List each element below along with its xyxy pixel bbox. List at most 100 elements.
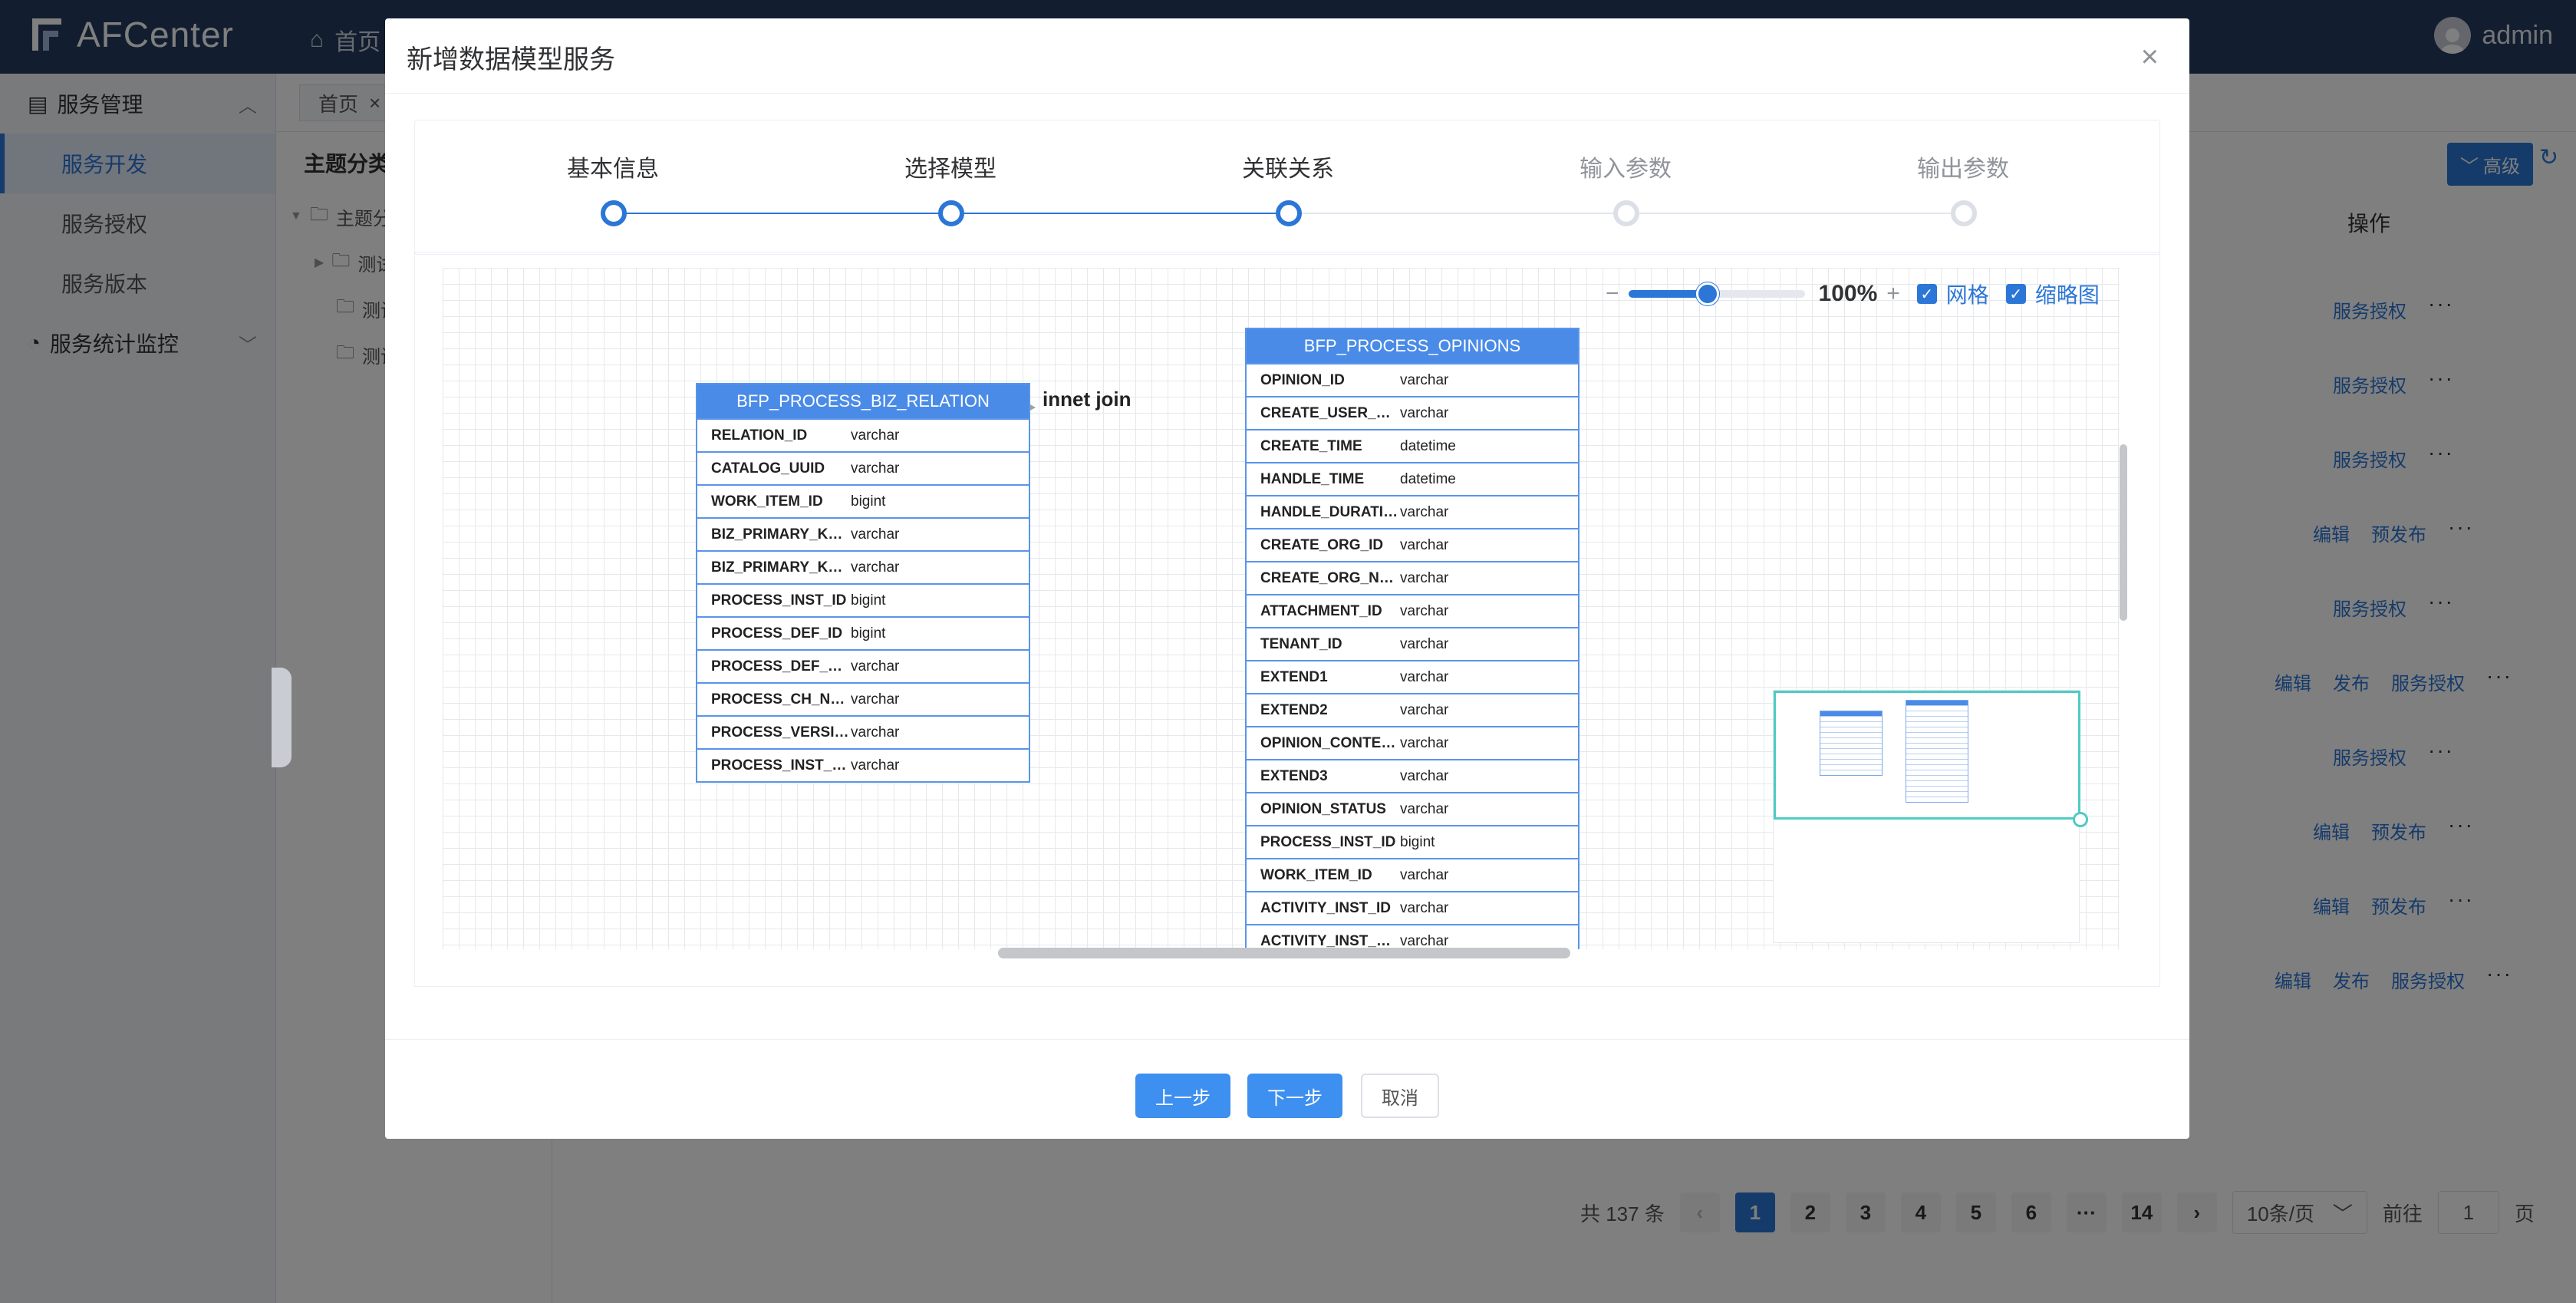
er-table-biz-relation[interactable]: BFP_PROCESS_BIZ_RELATION RELATION_ID varch…	[696, 383, 1030, 783]
join-type-label[interactable]: innet join	[1043, 388, 1132, 411]
field-type: varchar	[851, 526, 900, 543]
er-table-name: BFP_PROCESS_OPINIONS	[1247, 329, 1578, 363]
minimap-resize-handle[interactable]	[2073, 812, 2088, 827]
zoom-in-button[interactable]: +	[1886, 281, 1900, 307]
er-field-row[interactable]: TENANT_ID varchar	[1247, 627, 1578, 660]
field-type: varchar	[851, 658, 900, 675]
er-field-row[interactable]: WORK_ITEM_ID bigint	[697, 484, 1029, 517]
er-field-row[interactable]: EXTEND1 varchar	[1247, 660, 1578, 693]
field-name: EXTEND2	[1260, 701, 1328, 718]
zoom-slider[interactable]	[1628, 282, 1805, 305]
er-field-row[interactable]: PROCESS_INST_ID bigint	[697, 583, 1029, 616]
field-name: BIZ_PRIMARY_KEY...	[711, 559, 849, 576]
step-label: 基本信息	[567, 157, 659, 182]
zoom-slider-handle[interactable]	[1696, 282, 1720, 305]
er-field-row[interactable]: PROCESS_INST_N... varchar	[697, 748, 1029, 781]
er-field-row[interactable]: PROCESS_CH_NAME varchar	[697, 682, 1029, 715]
vertical-scrollbar[interactable]	[2120, 444, 2127, 621]
field-name: WORK_ITEM_ID	[1260, 866, 1372, 883]
field-name: BIZ_PRIMARY_KEY...	[711, 526, 849, 543]
er-field-row[interactable]: PROCESS_VERSION varchar	[697, 715, 1029, 748]
step-label: 关联关系	[1242, 157, 1334, 182]
field-name: ACTIVITY_INST_ID	[1260, 899, 1391, 916]
er-field-row[interactable]: BIZ_PRIMARY_KEY... varchar	[697, 550, 1029, 583]
horizontal-scrollbar[interactable]	[998, 948, 1570, 958]
field-type: varchar	[851, 724, 900, 741]
grid-checkbox-label[interactable]: 网格	[1946, 279, 1989, 309]
minimap-checkbox[interactable]: ✓	[2005, 284, 2026, 304]
field-name: PROCESS_CH_NAME	[711, 691, 849, 708]
field-type: varchar	[1400, 800, 1449, 817]
field-type: bigint	[851, 493, 886, 510]
er-field-row[interactable]: EXTEND3 varchar	[1247, 759, 1578, 792]
er-field-row[interactable]: CREATE_ORG_NAME varchar	[1247, 561, 1578, 594]
dialog-title: 新增数据模型服务	[407, 45, 615, 74]
sidebar-collapse-handle[interactable]	[272, 668, 292, 767]
er-field-row[interactable]: CATALOG_UUID varchar	[697, 451, 1029, 484]
er-field-row[interactable]: CREATE_TIME datetime	[1247, 429, 1578, 462]
field-type: datetime	[1400, 470, 1456, 487]
er-field-row[interactable]: BIZ_PRIMARY_KEY... varchar	[697, 517, 1029, 550]
minimap-viewport[interactable]	[1774, 691, 2080, 820]
er-field-row[interactable]: PROCESS_DEF_NA... varchar	[697, 649, 1029, 682]
er-field-row[interactable]: WORK_ITEM_ID varchar	[1247, 858, 1578, 891]
next-step-button[interactable]: 下一步	[1247, 1074, 1342, 1118]
field-name: OPINION_CONTENT	[1260, 734, 1398, 751]
field-type: varchar	[1400, 503, 1449, 520]
field-type: bigint	[1400, 833, 1435, 850]
field-name: ACTIVITY_INST_NA...	[1260, 932, 1398, 949]
steps-bar: 基本信息 选择模型 关联关系 输入参数 输出参数	[414, 120, 2160, 255]
field-type: varchar	[1400, 767, 1449, 784]
field-type: varchar	[1400, 866, 1449, 883]
er-field-row[interactable]: HANDLE_TIME datetime	[1247, 462, 1578, 495]
field-name: OPINION_ID	[1260, 371, 1345, 388]
er-field-row[interactable]: OPINION_CONTENT varchar	[1247, 726, 1578, 759]
er-field-row[interactable]: OPINION_STATUS varchar	[1247, 792, 1578, 825]
er-field-row[interactable]: PROCESS_DEF_ID bigint	[697, 616, 1029, 649]
er-field-row[interactable]: CREATE_USER_NA... varchar	[1247, 396, 1578, 429]
er-field-row[interactable]: PROCESS_INST_ID bigint	[1247, 825, 1578, 858]
er-field-row[interactable]: HANDLE_DURATION varchar	[1247, 495, 1578, 528]
field-type: varchar	[1400, 536, 1449, 553]
zoom-out-button[interactable]: −	[1606, 281, 1619, 307]
field-name: CREATE_ORG_ID	[1260, 536, 1384, 553]
minimap-checkbox-label[interactable]: 缩略图	[2035, 279, 2100, 309]
field-name: PROCESS_INST_ID	[1260, 833, 1396, 850]
field-type: datetime	[1400, 437, 1456, 454]
step-label: 输出参数	[1917, 157, 2009, 182]
field-type: varchar	[1400, 932, 1449, 949]
minimap[interactable]	[1773, 690, 2088, 943]
step-label: 输入参数	[1580, 157, 1672, 182]
er-field-row[interactable]: RELATION_ID varchar	[697, 418, 1029, 451]
step-label: 选择模型	[904, 157, 996, 182]
er-table-opinions[interactable]: BFP_PROCESS_OPINIONS OPINION_ID varchar CRE…	[1245, 328, 1580, 949]
er-field-row[interactable]: ACTIVITY_INST_NA... varchar	[1247, 924, 1578, 949]
dialog-footer: 上一步 下一步 取消	[385, 1039, 2189, 1139]
field-name: EXTEND1	[1260, 668, 1328, 685]
field-type: varchar	[851, 460, 900, 477]
field-type: varchar	[851, 691, 900, 708]
field-name: PROCESS_VERSION	[711, 724, 849, 741]
step-indicator	[601, 200, 627, 226]
field-type: varchar	[1400, 734, 1449, 751]
er-table-name: BFP_PROCESS_BIZ_RELATION	[697, 384, 1029, 418]
field-name: CATALOG_UUID	[711, 460, 825, 477]
field-name: PROCESS_DEF_NA...	[711, 658, 849, 675]
field-name: PROCESS_INST_N...	[711, 757, 849, 774]
cancel-button[interactable]: 取消	[1361, 1074, 1439, 1118]
er-field-row[interactable]: OPINION_ID varchar	[1247, 363, 1578, 396]
field-name: HANDLE_DURATION	[1260, 503, 1398, 520]
er-field-row[interactable]: CREATE_ORG_ID varchar	[1247, 528, 1578, 561]
field-name: EXTEND3	[1260, 767, 1328, 784]
field-name: WORK_ITEM_ID	[711, 493, 823, 510]
field-name: RELATION_ID	[711, 427, 808, 444]
er-field-row[interactable]: ATTACHMENT_ID varchar	[1247, 594, 1578, 627]
field-type: bigint	[851, 592, 886, 609]
close-icon[interactable]: ×	[2141, 41, 2159, 72]
er-field-row[interactable]: EXTEND2 varchar	[1247, 693, 1578, 726]
er-field-row[interactable]: ACTIVITY_INST_ID varchar	[1247, 891, 1578, 924]
field-name: OPINION_STATUS	[1260, 800, 1386, 817]
field-name: ATTACHMENT_ID	[1260, 602, 1382, 619]
grid-checkbox[interactable]: ✓	[1916, 284, 1937, 304]
prev-step-button[interactable]: 上一步	[1135, 1074, 1230, 1118]
